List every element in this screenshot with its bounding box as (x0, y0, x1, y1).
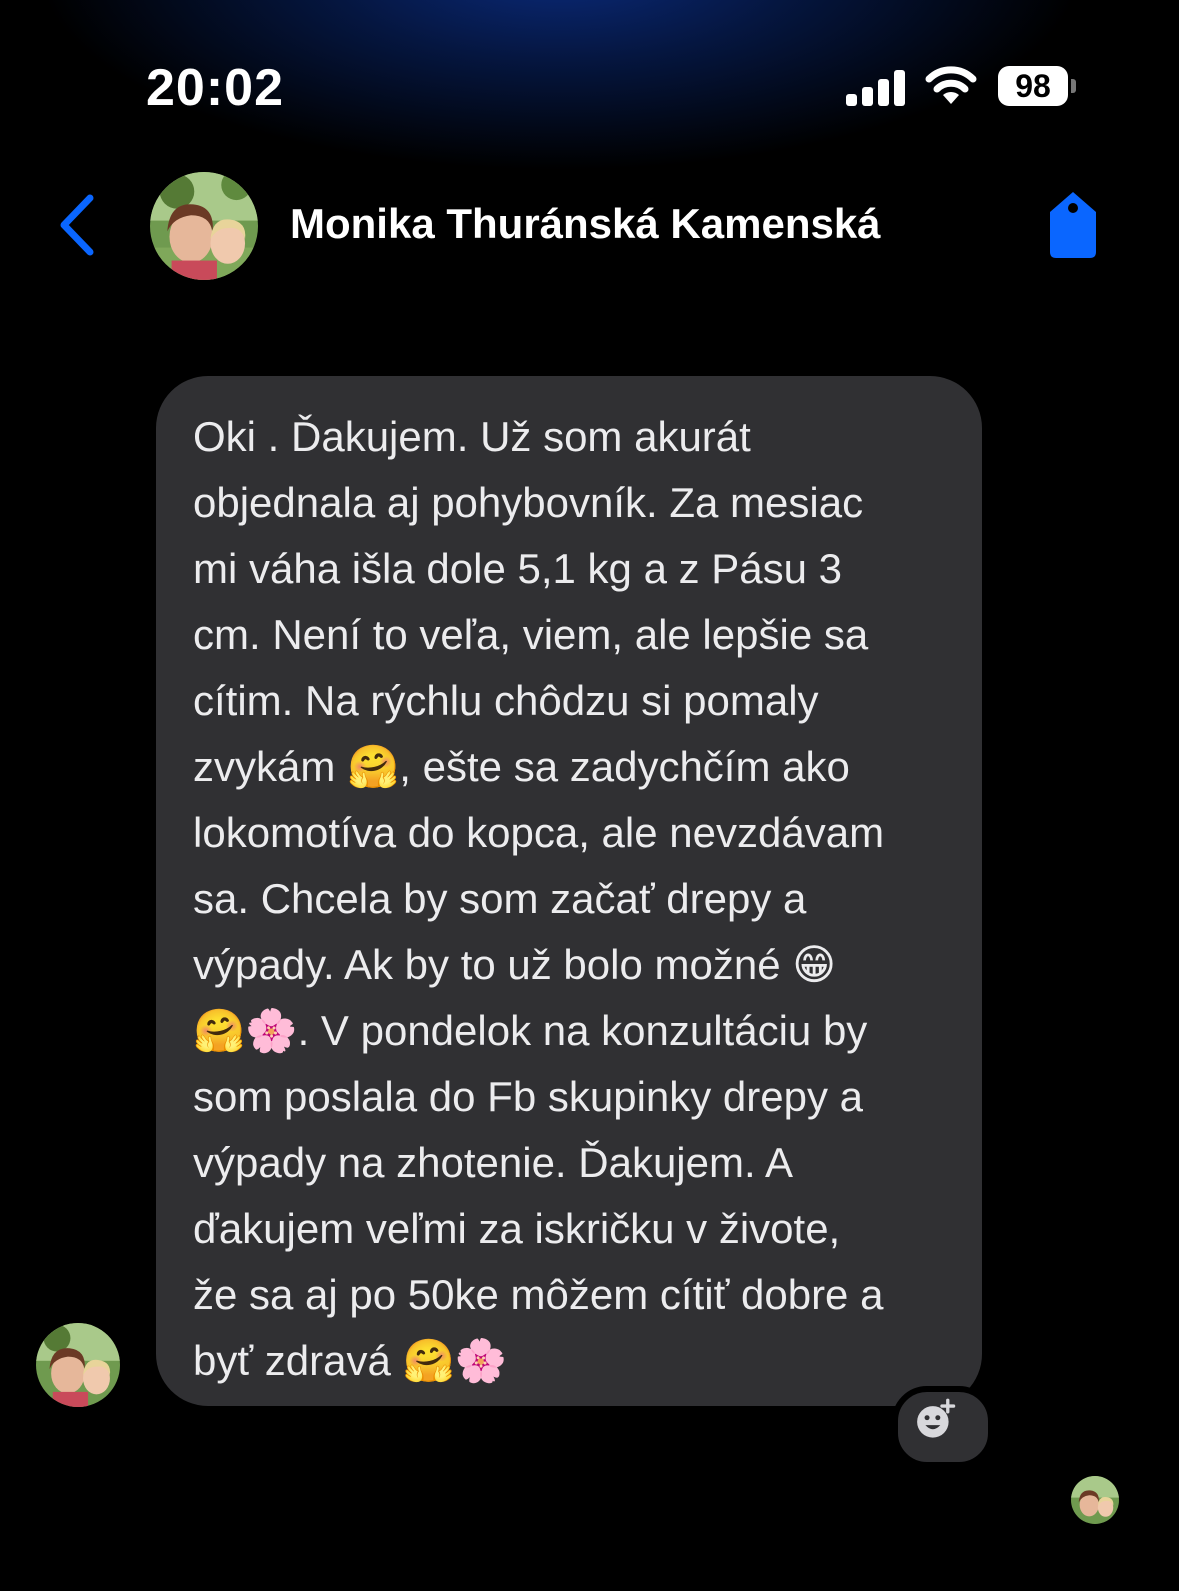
sender-avatar-photo (36, 1323, 120, 1407)
tag-icon[interactable] (1044, 188, 1102, 260)
incoming-message-bubble[interactable]: Oki . Ďakujem. Už som akurát objednala a… (156, 376, 982, 1406)
status-bar: 20:02 98 (0, 0, 1179, 170)
add-reaction-icon (917, 1398, 956, 1438)
battery-tip (1071, 79, 1076, 93)
avatar-photo (150, 172, 258, 280)
add-reaction-button[interactable] (892, 1386, 994, 1468)
back-chevron-icon[interactable] (50, 190, 110, 260)
messenger-screen: 20:02 98 Monika Thuránská Kamenská Oki .… (0, 0, 1179, 1591)
read-receipt-avatar (1071, 1476, 1119, 1524)
contact-name[interactable]: Monika Thuránská Kamenská (290, 200, 881, 248)
battery-level: 98 (998, 66, 1068, 106)
wifi-icon (925, 66, 977, 104)
cellular-signal-icon (846, 70, 906, 106)
contact-avatar[interactable] (150, 172, 258, 280)
chat-header: Monika Thuránská Kamenská (0, 170, 1179, 300)
status-time: 20:02 (146, 59, 284, 117)
message-text: Oki . Ďakujem. Už som akurát objednala a… (193, 413, 885, 1384)
sender-avatar[interactable] (36, 1323, 120, 1407)
read-receipt-photo (1071, 1476, 1119, 1524)
battery-indicator: 98 (998, 66, 1076, 108)
